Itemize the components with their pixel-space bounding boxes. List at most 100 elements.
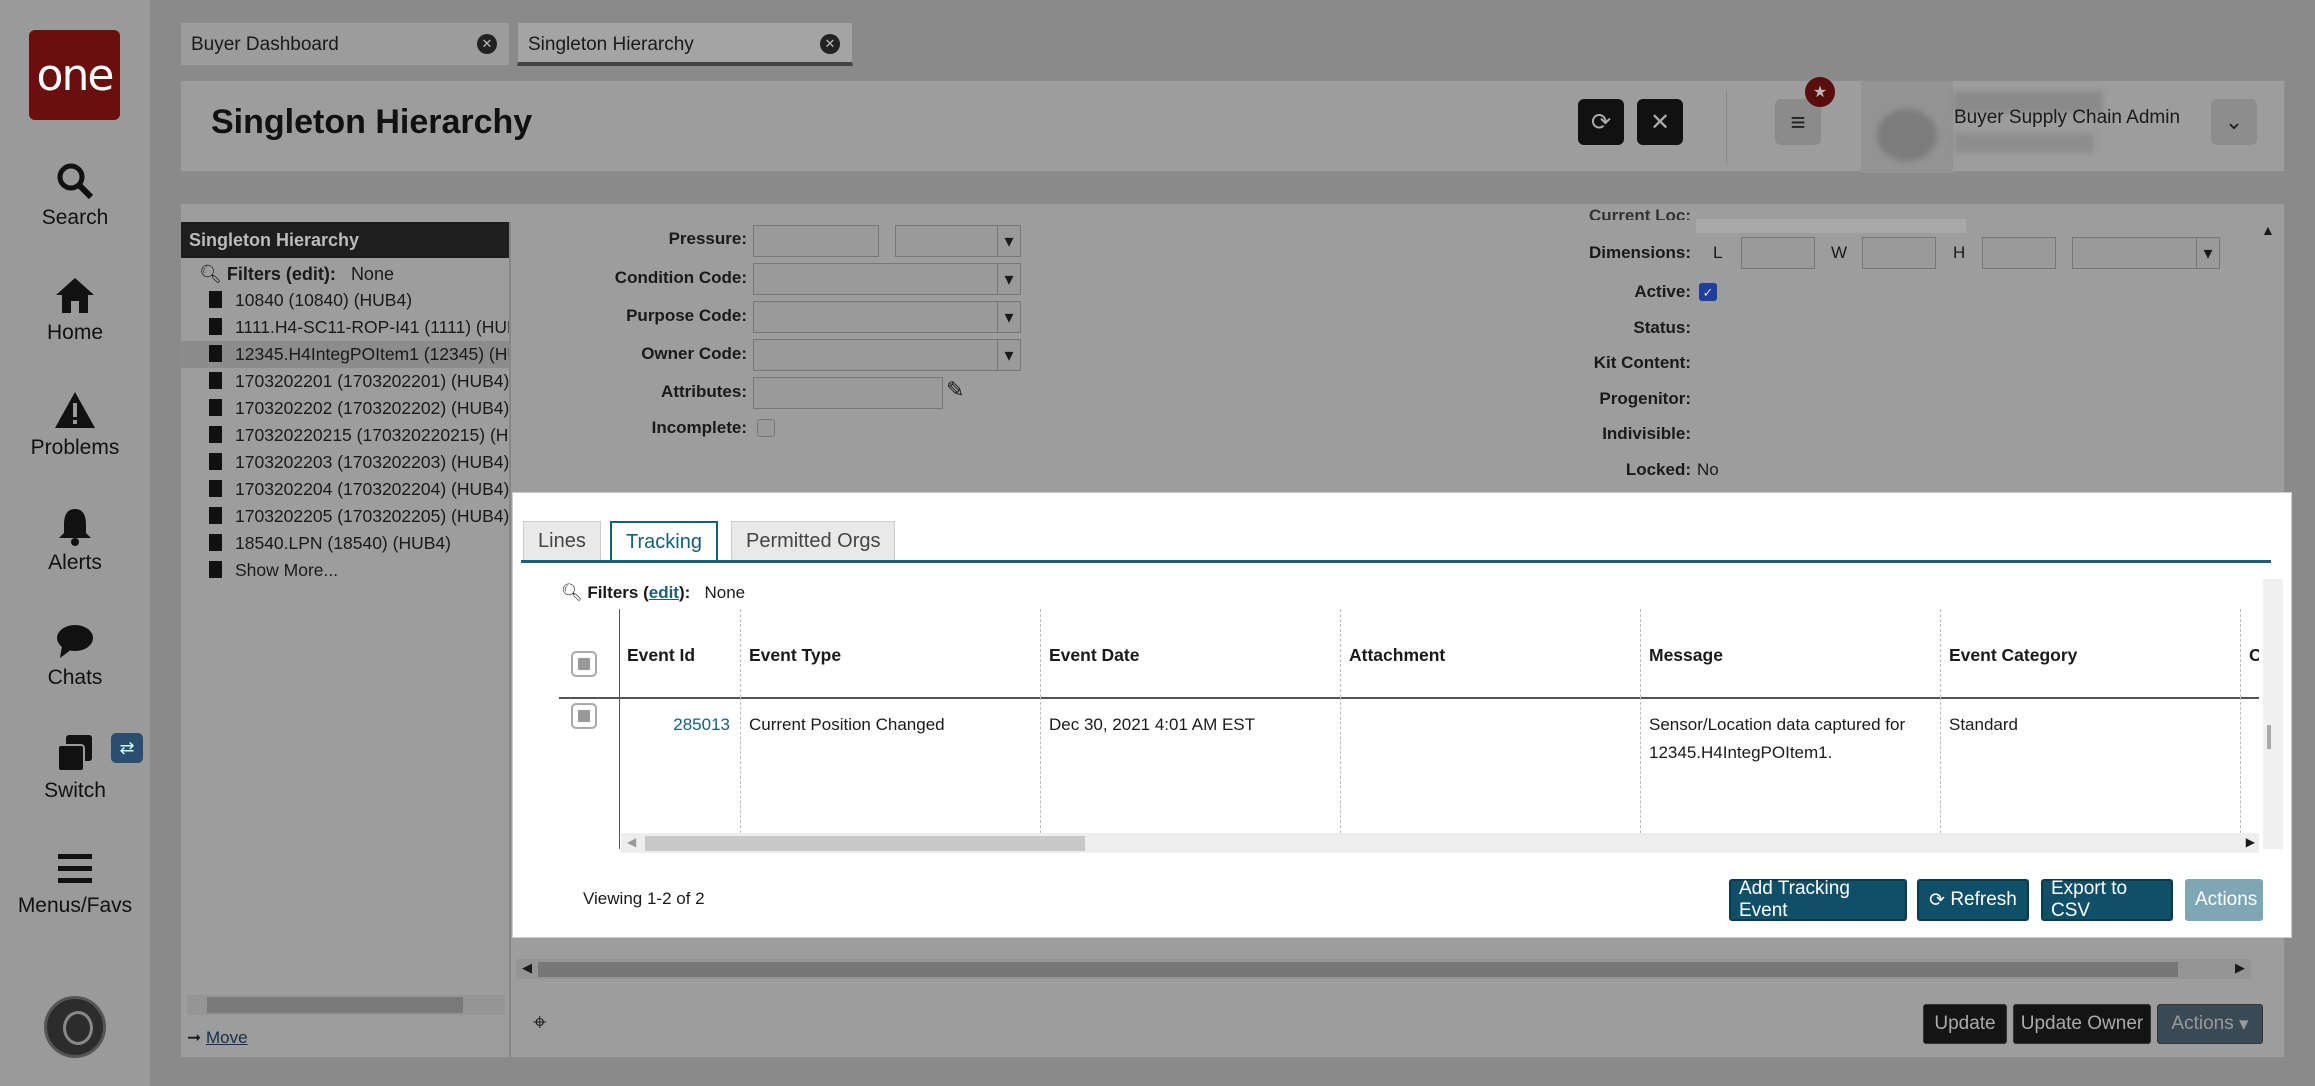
column-header-more[interactable]: O	[2241, 609, 2259, 697]
message-cell: Sensor/Location data captured for 12345.…	[1641, 697, 1941, 833]
current-loc-value	[1696, 219, 1966, 233]
column-header-event-type[interactable]: Event Type	[741, 609, 1041, 697]
select-all-checkbox[interactable]	[571, 651, 597, 677]
app-logo[interactable]: one	[29, 30, 120, 120]
add-tracking-event-button[interactable]: Add Tracking Event	[1729, 878, 1907, 921]
tab-tracking[interactable]: Tracking	[610, 521, 718, 563]
scroll-up-arrow[interactable]: ▲	[2261, 222, 2275, 238]
tree-item[interactable]: 170320220215 (170320220215) (HU	[181, 422, 509, 449]
active-label: Active:	[1634, 282, 1691, 301]
dim-unit-select[interactable]	[2072, 237, 2220, 269]
move-link[interactable]: ➞ Move	[187, 1028, 248, 1048]
document-icon	[209, 426, 222, 443]
user-menu-button[interactable]: ⌄	[2211, 99, 2257, 145]
filter-edit-link[interactable]: edit	[649, 583, 679, 602]
active-checkbox[interactable]: ✓	[1699, 283, 1717, 301]
tree-item-label: 10840 (10840) (HUB4)	[235, 290, 413, 310]
scroll-left-arrow[interactable]: ◀	[627, 835, 636, 849]
filter-edit-link[interactable]: edit	[292, 264, 324, 284]
nav-home[interactable]: Home	[0, 275, 150, 345]
event-id-link[interactable]: 285013	[673, 715, 730, 734]
show-more-link[interactable]: Show More...	[181, 557, 509, 584]
tree-item-label: 1111.H4-SC11-ROP-I41 (1111) (HUB4	[235, 317, 509, 337]
column-header-event-id[interactable]: Event Id	[619, 609, 741, 697]
tree-item[interactable]: 18540.LPN (18540) (HUB4)	[181, 530, 509, 557]
incomplete-checkbox[interactable]	[757, 419, 775, 437]
scroll-thumb[interactable]	[538, 962, 2178, 977]
document-icon	[209, 399, 222, 416]
tracking-actions-button[interactable]: Actions	[2185, 879, 2263, 921]
column-header-message[interactable]: Message	[1641, 609, 1941, 697]
close-icon[interactable]: ✕	[820, 34, 840, 54]
swap-icon[interactable]: ⇄	[111, 733, 143, 763]
dim-h-input[interactable]	[1982, 237, 2056, 269]
tab-lines[interactable]: Lines	[523, 521, 601, 561]
nav-search-label: Search	[41, 206, 109, 229]
export-csv-button[interactable]: Export to CSV	[2041, 878, 2173, 921]
attributes-label: Attributes:	[661, 382, 747, 401]
refresh-button[interactable]: ⟳ Refresh	[1917, 879, 2029, 921]
dim-l-input[interactable]	[1741, 237, 1815, 269]
attributes-input[interactable]	[753, 377, 943, 409]
table-scrollbar[interactable]: ◀ ▶	[621, 833, 2259, 853]
tree-item[interactable]: 1703202201 (1703202201) (HUB4)	[181, 368, 509, 395]
footer-actions-button[interactable]: Actions ▾	[2157, 1004, 2263, 1044]
tree-item-selected[interactable]: 12345.H4IntegPOItem1 (12345) (HU	[181, 341, 509, 368]
scroll-right-arrow[interactable]: ▶	[2246, 835, 2255, 849]
column-header-attachment[interactable]: Attachment	[1341, 609, 1641, 697]
tree-item[interactable]: 1703202202 (1703202202) (HUB4)	[181, 395, 509, 422]
chat-icon	[0, 620, 150, 662]
scroll-thumb[interactable]	[2267, 725, 2271, 749]
pressure-unit-select[interactable]	[895, 225, 1021, 257]
tree-filter: 🔍︎ Filters (edit): None	[199, 264, 394, 284]
column-header-event-category[interactable]: Event Category	[1941, 609, 2241, 697]
document-icon	[209, 561, 222, 578]
refresh-page-button[interactable]: ⟳	[1578, 99, 1624, 145]
owner-code-select[interactable]	[753, 339, 1021, 371]
scroll-right-arrow[interactable]: ▶	[2235, 960, 2245, 976]
tab-underline	[521, 560, 2271, 563]
close-icon[interactable]: ✕	[477, 34, 497, 54]
scroll-thumb[interactable]	[645, 836, 1085, 851]
main-scrollbar[interactable]: ◀ ▶	[516, 959, 2251, 979]
column-header-event-date[interactable]: Event Date	[1041, 609, 1341, 697]
nav-search[interactable]: Search	[0, 160, 150, 230]
document-icon	[209, 453, 222, 470]
nav-chats[interactable]: Chats	[0, 620, 150, 690]
tab-permitted-orgs[interactable]: Permitted Orgs	[731, 521, 896, 561]
event-type-cell: Current Position Changed	[741, 697, 1041, 833]
document-icon	[209, 318, 222, 335]
tree-item[interactable]: 10840 (10840) (HUB4)	[181, 287, 509, 314]
avatar[interactable]	[1861, 81, 1953, 173]
tree-item-label: Show More...	[235, 560, 339, 580]
assistant-avatar[interactable]	[44, 996, 106, 1058]
condition-code-select[interactable]	[753, 263, 1021, 295]
tree-item[interactable]: 1703202204 (1703202204) (HUB4)	[181, 476, 509, 503]
location-pin-icon[interactable]: ⌖	[533, 1009, 547, 1037]
nav-menus[interactable]: Menus/Favs	[0, 848, 150, 918]
tree-item[interactable]: 1111.H4-SC11-ROP-I41 (1111) (HUB4	[181, 314, 509, 341]
dim-l-label: L	[1713, 243, 1723, 262]
nav-alerts[interactable]: Alerts	[0, 505, 150, 575]
tab-buyer-dashboard[interactable]: Buyer Dashboard ✕	[180, 22, 510, 66]
tree-item[interactable]: 1703202203 (1703202203) (HUB4)	[181, 449, 509, 476]
close-page-button[interactable]: ✕	[1637, 99, 1683, 145]
tree-item-label: 1703202205 (1703202205) (HUB4)	[235, 506, 509, 526]
tree-item[interactable]: 1703202205 (1703202205) (HUB4)	[181, 503, 509, 530]
tree-scrollbar[interactable]	[187, 995, 505, 1015]
scroll-left-arrow[interactable]: ◀	[522, 960, 532, 976]
update-button[interactable]: Update	[1923, 1004, 2007, 1044]
update-owner-button[interactable]: Update Owner	[2013, 1004, 2151, 1044]
pressure-input[interactable]	[753, 225, 879, 257]
row-checkbox[interactable]	[571, 703, 597, 729]
scroll-thumb[interactable]	[207, 997, 463, 1013]
nav-problems[interactable]: Problems	[0, 390, 150, 460]
tracking-filter: 🔍︎ Filters (edit): None	[561, 583, 746, 602]
nav-problems-label: Problems	[30, 436, 120, 459]
dim-w-input[interactable]	[1862, 237, 1936, 269]
edit-icon[interactable]: ✎	[946, 377, 964, 403]
star-icon[interactable]: ★	[1805, 77, 1835, 107]
purpose-code-select[interactable]	[753, 301, 1021, 333]
tab-singleton-hierarchy[interactable]: Singleton Hierarchy ✕	[517, 22, 853, 66]
vertical-scrollbar[interactable]	[2263, 579, 2283, 849]
